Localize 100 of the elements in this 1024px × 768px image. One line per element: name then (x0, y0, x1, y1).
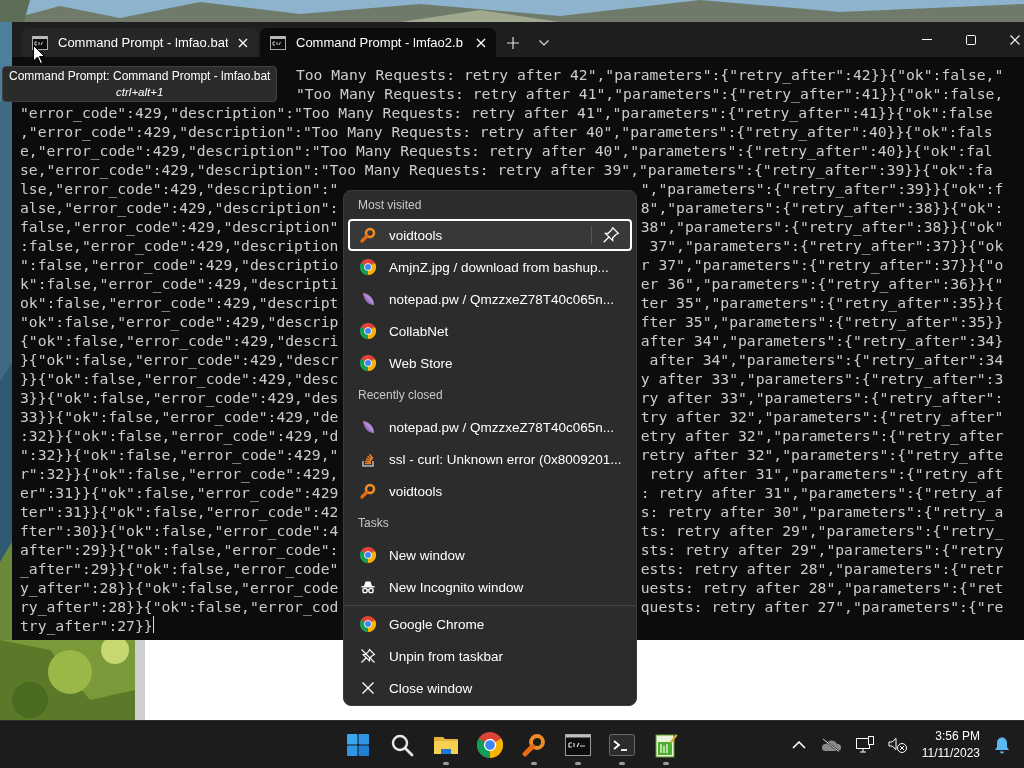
terminal-text: e,"error_code":429,"description":"Too Many Requests: retry after 40","parameters":{"retry_after":40}}{"ok":fal (20, 141, 993, 160)
terminal-text: try_after":27}} (20, 616, 153, 635)
chrome-icon (360, 547, 376, 563)
notepad-icon[interactable] (654, 731, 678, 758)
speaker-muted-icon[interactable] (887, 735, 908, 754)
terminal-text: _after":29}}{"ok":false,"error_code" (20, 559, 339, 578)
terminal-text: alse,"error_code":429,"description": (20, 198, 339, 217)
terminal-text: ":32}}{"ok":false,"error_code":429," (20, 445, 339, 464)
unpin-icon (360, 648, 376, 664)
terminal-text: s: retry after 30","parameters":{"retry_a (640, 502, 1004, 521)
terminal-text: :32}}{"ok":false,"error_code":429,"d (20, 426, 339, 445)
terminal-text: 33}}{"ok":false,"error_code":429,"de (20, 407, 339, 426)
terminal-text: ok":false,"error_code":429,"descript (20, 293, 339, 312)
menu-item[interactable]: Google Chrome (348, 608, 632, 640)
plus-icon[interactable] (506, 36, 519, 49)
terminal-text: "error_code":429,"description":"Too Many Requests: retry after 41","parameters":{"retry_after":41}}{"ok":false (20, 103, 993, 122)
search-icon[interactable] (390, 732, 414, 757)
terminal-text: ts: retry after 29","parameters":{"retry_ (640, 521, 1004, 540)
terminal-text: 8","parameters":{"retry_after":38}}{"ok": (640, 198, 1004, 217)
terminal-text: retry after 32","parameters":{"retry_afte (640, 445, 1004, 464)
terminal-text: r":32}}{"ok":false,"error_code":429, (20, 464, 339, 483)
terminal-text: uests: retry after 28","parameters":{"ret (640, 578, 1004, 597)
terminal-text: after 34","parameters":{"retry_after":34 (649, 350, 1004, 369)
magnifier-icon[interactable] (522, 732, 546, 757)
terminal-text: "Too Many Requests: retry after 41","parameters":{"retry_after":41}}{"ok":false, (295, 84, 1004, 103)
magnifier-icon (360, 483, 376, 499)
bell-icon[interactable] (994, 735, 1010, 754)
terminal-text: ter 35","parameters":{"retry_after":35}}{ (640, 293, 1004, 312)
terminal-text: ter":31}}{"ok":false,"error_code":42 (20, 502, 339, 521)
windows-logo-icon[interactable] (346, 732, 370, 757)
terminal-text: {"ok":false,"error_code":429,"descri (20, 331, 339, 350)
terminal-text: fter 35","parameters":{"retry_after":35}} (640, 312, 1004, 331)
chrome-icon (477, 731, 503, 758)
menu-item[interactable]: AmjnZ.jpg / download from bashup... (348, 251, 632, 283)
console-icon (270, 35, 286, 50)
terminal-text: ","parameters":{"retry_after":39}}{"ok":f (640, 179, 1004, 198)
chrome-icon (360, 616, 376, 632)
chevron-down-icon[interactable] (538, 39, 549, 46)
menu-item[interactable]: voidtools (348, 475, 632, 507)
terminal-text: etry after 32","parameters":{"retry_after (640, 426, 1004, 445)
terminal-text: retry after 31","parameters":{"retry_aft (649, 464, 1004, 483)
terminal-text: fter":30}}{"ok":false,"error_code":4 (20, 521, 339, 540)
terminal-text: after 34","parameters":{"retry_after":34} (640, 331, 1004, 350)
terminal-icon[interactable] (609, 733, 635, 756)
terminal-text: :false,"error_code":429,"description (20, 236, 339, 255)
terminal-text: ":false,"error_code":429,"descriptio (20, 255, 339, 274)
maximize-icon[interactable] (966, 34, 976, 45)
terminal-text: er 36","parameters":{"retry_after":36}}{" (640, 274, 1004, 293)
leaf-icon (360, 419, 376, 435)
menu-item[interactable]: ssl - curl: Unknown error (0x8009201... (348, 443, 632, 475)
clock-time[interactable]: 3:56 PM (935, 727, 980, 745)
chrome-icon (360, 259, 376, 275)
terminal-text: k":false,"error_code":429,"descripti (20, 274, 339, 293)
tab[interactable]: Command Prompt - lmfao2.b (260, 28, 496, 57)
menu-item[interactable]: notepad.pw / QmzzxeZ78T40c065n... (348, 411, 632, 443)
magnifier-icon (360, 227, 376, 243)
menu-item[interactable]: notepad.pw / QmzzxeZ78T40c065n... (348, 283, 632, 315)
cloud-off-icon[interactable] (819, 737, 842, 752)
menu-item[interactable]: New Incognito window (348, 571, 632, 603)
terminal-text: r 37","parameters":{"retry_after":37}}{"o (640, 255, 1004, 274)
section-heading: Tasks (357, 515, 390, 532)
menu-item[interactable]: voidtools (348, 219, 632, 251)
terminal-text: ,"error_code":429,"description":"Too Many Requests: retry after 40","parameters":{"retry_after":40}}{"ok":fals (20, 122, 993, 141)
terminal-text: after":29}}{"ok":false,"error_code": (20, 540, 339, 559)
terminal-text: false,"error_code":429,"description" (20, 217, 339, 236)
terminal-text: er":31}}{"ok":false,"error_code":429 (20, 483, 339, 502)
close-icon[interactable] (476, 37, 486, 48)
terminal-text: ry_after":28}}{"ok":false,"error_cod (20, 597, 339, 616)
chevron-up-icon[interactable] (791, 740, 806, 749)
terminal-text: sts: retry after 29","parameters":{"retry (640, 540, 1004, 559)
terminal-text: : retry after 31","parameters":{"retry_af (640, 483, 1004, 502)
close-icon[interactable] (238, 37, 248, 48)
shortcut-text: ctrl+alt+1 (116, 85, 164, 100)
close-icon[interactable] (1010, 34, 1020, 45)
terminal-text: ry after 33","parameters":{"retry_after": (640, 388, 1004, 407)
menu-item[interactable]: New window (348, 539, 632, 571)
terminal-text: }}{"ok":false,"error_code":429,"desc (20, 369, 339, 388)
terminal-text: y_after":28}}{"ok":false,"error_code (20, 578, 339, 597)
pin-icon[interactable] (602, 226, 620, 244)
console-icon (32, 35, 48, 50)
terminal-text: y after 33","parameters":{"retry_after":3 (640, 369, 1004, 388)
menu-item[interactable]: Close window (348, 672, 632, 704)
menu-item[interactable]: Unpin from taskbar (348, 640, 632, 672)
terminal-text: 38","parameters":{"retry_after":38}}{"ok" (640, 217, 1004, 236)
terminal-text: Too Many Requests: retry after 42","parameters":{"retry_after":42}}{"ok":false," (295, 65, 1004, 84)
terminal-text: ests: retry after 28","parameters":{"retr (640, 559, 1004, 578)
menu-item[interactable]: CollabNet (348, 315, 632, 347)
section-heading: Most visited (357, 197, 423, 214)
clock-date[interactable]: 11/11/2023 (921, 744, 980, 762)
mouse-pointer-icon (33, 45, 45, 64)
network-icon[interactable] (855, 735, 874, 754)
menu-item[interactable]: Web Store (348, 347, 632, 379)
terminal-text: }{"ok":false,"error_code":429,"descr (20, 350, 339, 369)
console-icon[interactable] (565, 733, 591, 756)
tab[interactable]: Command Prompt - lmfao.bat (22, 28, 258, 57)
terminal-text: try after 32","parameters":{"retry_after" (640, 407, 1004, 426)
terminal-text: lse,"error_code":429,"description":" (20, 179, 339, 198)
stack-icon (360, 451, 376, 467)
terminal-text: 37","parameters":{"retry_after":37}}{"ok (649, 236, 1004, 255)
chrome-icon (360, 355, 376, 371)
